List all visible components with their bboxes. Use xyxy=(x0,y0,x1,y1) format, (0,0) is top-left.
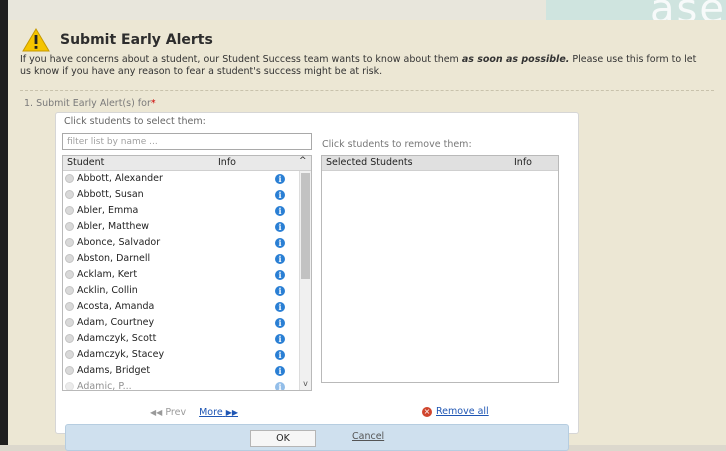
student-picker: Click students to select them: Click stu… xyxy=(55,112,579,434)
select-hint: Click students to select them: xyxy=(64,116,206,127)
student-row[interactable]: Adamczyk, Scott i xyxy=(63,331,299,347)
column-header-info[interactable]: Info xyxy=(218,157,236,168)
student-info-icon[interactable]: i xyxy=(275,174,285,184)
student-name[interactable]: Abonce, Salvador xyxy=(77,237,160,248)
add-student-icon[interactable] xyxy=(65,350,74,359)
column-header-selected-students: Selected Students xyxy=(326,157,413,168)
intro-emphasis: as soon as possible. xyxy=(461,54,570,65)
sort-arrow-icon[interactable]: ^ xyxy=(299,156,307,166)
student-info-icon[interactable]: i xyxy=(275,302,285,312)
student-name[interactable]: Acosta, Amanda xyxy=(77,301,154,312)
add-student-icon[interactable] xyxy=(65,286,74,295)
remove-hint: Click students to remove them: xyxy=(322,139,472,150)
ok-button[interactable]: OK xyxy=(250,430,316,447)
student-info-icon[interactable]: i xyxy=(275,366,285,376)
student-row[interactable]: Abler, Matthew i xyxy=(63,219,299,235)
cancel-link[interactable]: Cancel xyxy=(352,431,384,442)
student-row[interactable]: Adams, Bridget i xyxy=(63,363,299,379)
student-row[interactable]: Acosta, Amanda i xyxy=(63,299,299,315)
student-info-icon[interactable]: i xyxy=(275,206,285,216)
student-name[interactable]: Adamczyk, Scott xyxy=(77,333,156,344)
student-name[interactable]: Adamczyk, Stacey xyxy=(77,349,164,360)
form-header: Submit Early Alerts xyxy=(22,26,213,54)
student-row[interactable]: Abbott, Susan i xyxy=(63,187,299,203)
student-info-icon[interactable]: i xyxy=(275,286,285,296)
student-name[interactable]: Adam, Courtney xyxy=(77,317,154,328)
prev-arrow-icon: ◀◀ xyxy=(150,408,163,417)
student-row[interactable]: Adam, Courtney i xyxy=(63,315,299,331)
intro-text: If you have concerns about a student, ou… xyxy=(20,54,710,78)
student-name[interactable]: Acklam, Kert xyxy=(77,269,137,280)
required-marker: * xyxy=(150,98,156,109)
student-info-icon[interactable]: i xyxy=(275,382,285,390)
early-alert-form: Submit Early Alerts If you have concerns… xyxy=(8,20,726,451)
student-name[interactable]: Abler, Matthew xyxy=(77,221,149,232)
student-row[interactable]: Adamczyk, Stacey i xyxy=(63,347,299,363)
scrollbar-thumb[interactable] xyxy=(301,173,310,279)
next-arrow-icon: ▶▶ xyxy=(225,408,239,417)
student-info-icon[interactable]: i xyxy=(275,270,285,280)
intro-text-before: If you have concerns about a student, ou… xyxy=(20,54,462,65)
prev-label: Prev xyxy=(165,407,187,418)
add-student-icon[interactable] xyxy=(65,238,74,247)
student-row[interactable]: Acklin, Collin i xyxy=(63,283,299,299)
add-student-icon[interactable] xyxy=(65,334,74,343)
student-info-icon[interactable]: i xyxy=(275,238,285,248)
student-list-scrollbar[interactable]: v xyxy=(299,171,311,390)
student-row[interactable]: Abston, Darnell i xyxy=(63,251,299,267)
action-bar: OK Cancel xyxy=(65,424,569,451)
add-student-icon[interactable] xyxy=(65,366,74,375)
add-student-icon[interactable] xyxy=(65,174,74,183)
student-info-icon[interactable]: i xyxy=(275,318,285,328)
selected-list-header: Selected Students Info xyxy=(322,156,558,171)
student-info-icon[interactable]: i xyxy=(275,334,285,344)
student-list-header: Student Info ^ xyxy=(63,156,311,171)
student-name[interactable]: Adamic, P... xyxy=(77,381,132,390)
student-name[interactable]: Adams, Bridget xyxy=(77,365,150,376)
add-student-icon[interactable] xyxy=(65,222,74,231)
student-row[interactable]: Adamic, P... i xyxy=(63,379,299,390)
student-info-icon[interactable]: i xyxy=(275,222,285,232)
remove-icon: × xyxy=(422,406,432,417)
page-title: Submit Early Alerts xyxy=(60,32,213,48)
student-info-icon[interactable]: i xyxy=(275,350,285,360)
student-row[interactable]: Acklam, Kert i xyxy=(63,267,299,283)
section-divider xyxy=(20,90,714,91)
column-header-student[interactable]: Student xyxy=(67,157,104,168)
student-name[interactable]: Acklin, Collin xyxy=(77,285,138,296)
list-pager: ◀◀ Prev More ▶▶ xyxy=(150,407,238,418)
remove-all-link[interactable]: Remove all xyxy=(436,406,489,417)
student-rows: Abbott, Alexander i Abbott, Susan i Abler, E… xyxy=(63,171,299,390)
add-student-icon[interactable] xyxy=(65,270,74,279)
add-student-icon[interactable] xyxy=(65,382,74,390)
student-filter-input[interactable] xyxy=(62,133,312,150)
column-header-selected-info: Info xyxy=(514,157,532,168)
student-info-icon[interactable]: i xyxy=(275,254,285,264)
add-student-icon[interactable] xyxy=(65,318,74,327)
top-banner: ase xyxy=(8,0,726,32)
more-page-link[interactable]: More ▶▶ xyxy=(199,407,238,418)
student-info-icon[interactable]: i xyxy=(275,190,285,200)
student-name[interactable]: Abbott, Alexander xyxy=(77,173,163,184)
student-name[interactable]: Abbott, Susan xyxy=(77,189,144,200)
student-row[interactable]: Abonce, Salvador i xyxy=(63,235,299,251)
add-student-icon[interactable] xyxy=(65,254,74,263)
prev-page-link[interactable]: ◀◀ Prev xyxy=(150,407,186,418)
student-list: Student Info ^ Abbott, Alexander i Abbott,… xyxy=(62,155,312,391)
add-student-icon[interactable] xyxy=(65,206,74,215)
question-label: 1. Submit Early Alert(s) for* xyxy=(24,98,156,109)
student-row[interactable]: Abler, Emma i xyxy=(63,203,299,219)
remove-all-control[interactable]: × Remove all xyxy=(422,406,489,417)
more-label: More xyxy=(199,407,223,418)
question-text: 1. Submit Early Alert(s) for xyxy=(24,98,151,109)
warning-icon xyxy=(22,28,50,52)
student-name[interactable]: Abler, Emma xyxy=(77,205,138,216)
add-student-icon[interactable] xyxy=(65,190,74,199)
selected-students-list: Selected Students Info xyxy=(321,155,559,383)
student-name[interactable]: Abston, Darnell xyxy=(77,253,150,264)
add-student-icon[interactable] xyxy=(65,302,74,311)
scroll-down-icon[interactable]: v xyxy=(301,380,310,388)
student-row[interactable]: Abbott, Alexander i xyxy=(63,171,299,187)
window-left-edge xyxy=(0,0,8,445)
